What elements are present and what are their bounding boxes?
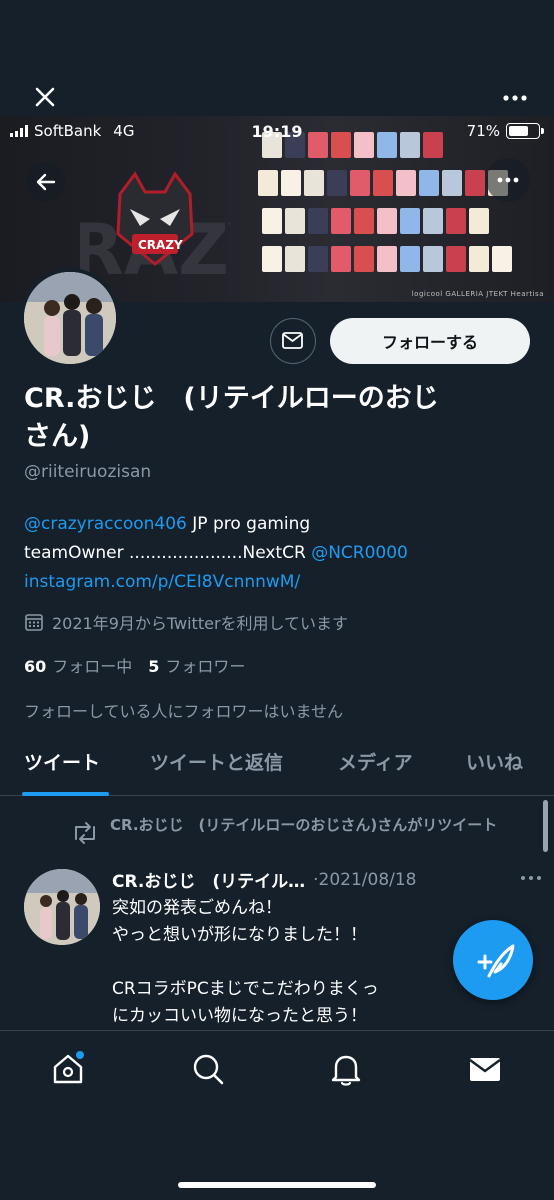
joined-label: 2021年9月からTwitterを利用しています bbox=[52, 614, 349, 633]
followers-label: フォロワー bbox=[165, 657, 246, 676]
profile-bio: @crazyraccoon406 JP pro gaming teamOwner… bbox=[24, 510, 534, 597]
nav-home[interactable] bbox=[48, 1049, 88, 1089]
tweet-avatar[interactable] bbox=[24, 869, 100, 945]
compose-button[interactable] bbox=[453, 920, 533, 1000]
scrollbar[interactable] bbox=[543, 800, 548, 852]
mail-icon bbox=[282, 332, 303, 349]
battery-icon bbox=[506, 123, 544, 139]
team-logo-icon: RAZY CRAZY bbox=[80, 171, 230, 291]
message-button[interactable] bbox=[270, 318, 316, 364]
tweet-more-icon[interactable] bbox=[520, 875, 542, 881]
profile-name-line1: CR.おじじ (リテイルローのおじ bbox=[24, 383, 439, 414]
more-icon[interactable] bbox=[502, 90, 528, 106]
profile-name: CR.おじじ (リテイルローのおじ さん) bbox=[24, 380, 534, 456]
sponsor-logos: logicool GALLERIA JTEKT Heartisa bbox=[411, 290, 544, 298]
member-portrait bbox=[396, 170, 416, 196]
more-icon bbox=[497, 177, 519, 183]
profile-handle: @riiteiruozisan bbox=[24, 462, 152, 482]
member-grid bbox=[258, 128, 528, 288]
bio-mention-link[interactable]: @crazyraccoon406 bbox=[24, 514, 187, 534]
member-portrait bbox=[465, 170, 485, 196]
member-portrait bbox=[304, 170, 324, 196]
home-indicator bbox=[178, 1182, 376, 1188]
nav-messages[interactable] bbox=[464, 1049, 504, 1089]
member-portrait bbox=[469, 246, 489, 272]
member-portrait bbox=[419, 170, 439, 196]
following-count: 60 bbox=[24, 657, 47, 676]
member-portrait bbox=[331, 246, 351, 272]
follow-button[interactable]: フォローする bbox=[330, 318, 530, 364]
member-portrait bbox=[331, 208, 351, 234]
member-portrait bbox=[262, 208, 282, 234]
member-portrait bbox=[262, 246, 282, 272]
member-portrait bbox=[446, 246, 466, 272]
profile-name-line2: さん) bbox=[24, 421, 91, 452]
member-portrait bbox=[285, 208, 305, 234]
member-portrait bbox=[281, 170, 301, 196]
member-portrait bbox=[258, 170, 278, 196]
member-portrait bbox=[354, 208, 374, 234]
following-label: フォロー中 bbox=[52, 657, 133, 676]
messages-icon bbox=[469, 1058, 501, 1081]
tweet-header: CR.おじじ (リテイル… ·2021/08/18 bbox=[112, 867, 532, 893]
bio-url-link[interactable]: instagram.com/p/CEI8VcnnnwM/ bbox=[24, 572, 300, 592]
followers-count: 5 bbox=[148, 657, 160, 676]
member-portrait bbox=[469, 208, 489, 234]
member-portrait bbox=[442, 170, 462, 196]
close-icon[interactable] bbox=[30, 82, 60, 112]
profile-avatar[interactable] bbox=[20, 268, 120, 368]
bell-icon bbox=[331, 1055, 361, 1086]
compose-icon bbox=[477, 944, 515, 978]
tweet-date[interactable]: ·2021/08/18 bbox=[313, 870, 416, 890]
member-portrait bbox=[354, 246, 374, 272]
nav-notifications[interactable] bbox=[326, 1049, 366, 1089]
viewer-chrome bbox=[0, 0, 554, 116]
follow-counts: 60 フォロー中 5 フォロワー bbox=[24, 653, 245, 677]
tab-tweets-replies[interactable]: ツイートと返信 bbox=[150, 748, 283, 775]
retweet-label: CR.おじじ (リテイルローのおじさん)さんがリツイート bbox=[110, 816, 498, 834]
tab-likes[interactable]: いいね bbox=[466, 748, 523, 775]
search-icon bbox=[193, 1054, 224, 1085]
member-portrait bbox=[308, 246, 328, 272]
member-portrait bbox=[377, 208, 397, 234]
back-button[interactable] bbox=[26, 162, 66, 202]
bio-text: teamOwner .....................NextCR bbox=[24, 543, 312, 563]
status-bar: SoftBank 4G 19:19 71% bbox=[0, 118, 554, 146]
retweet-context: CR.おじじ (リテイルローのおじさん)さんがリツイート bbox=[72, 815, 542, 845]
tweet-author-name[interactable]: CR.おじじ (リテイル… bbox=[112, 867, 305, 892]
tab-media[interactable]: メディア bbox=[338, 748, 413, 775]
svg-text:CRAZY: CRAZY bbox=[138, 238, 183, 252]
member-portrait bbox=[327, 170, 347, 196]
member-portrait bbox=[373, 170, 393, 196]
profile-tabs: ツイート ツイートと返信 メディア いいね bbox=[0, 740, 554, 796]
member-portrait bbox=[400, 208, 420, 234]
profile-more-button[interactable] bbox=[486, 158, 530, 202]
battery-percent: 71% bbox=[466, 122, 500, 140]
bio-text: JP pro gaming bbox=[186, 514, 311, 534]
active-tab-indicator bbox=[22, 792, 109, 796]
following-link[interactable]: 60 フォロー中 bbox=[24, 653, 132, 677]
followers-link[interactable]: 5 フォロワー bbox=[148, 653, 245, 677]
member-portrait bbox=[308, 208, 328, 234]
member-portrait bbox=[400, 246, 420, 272]
member-portrait bbox=[492, 246, 512, 272]
member-portrait bbox=[446, 208, 466, 234]
calendar-icon bbox=[25, 614, 43, 631]
member-portrait bbox=[350, 170, 370, 196]
joined-date: 2021年9月からTwitterを利用しています bbox=[24, 610, 348, 634]
nav-search[interactable] bbox=[188, 1049, 228, 1089]
back-arrow-icon bbox=[36, 173, 56, 191]
home-icon bbox=[53, 1051, 84, 1084]
mutual-followers-note: フォローしている人にフォロワーはいません bbox=[24, 702, 344, 721]
member-portrait bbox=[285, 246, 305, 272]
bio-mention-link[interactable]: @NCR0000 bbox=[311, 543, 408, 563]
bottom-nav bbox=[0, 1030, 554, 1200]
member-portrait bbox=[423, 246, 443, 272]
member-portrait bbox=[423, 208, 443, 234]
tab-tweets[interactable]: ツイート bbox=[24, 748, 100, 775]
member-portrait bbox=[377, 246, 397, 272]
retweet-icon bbox=[75, 822, 95, 844]
